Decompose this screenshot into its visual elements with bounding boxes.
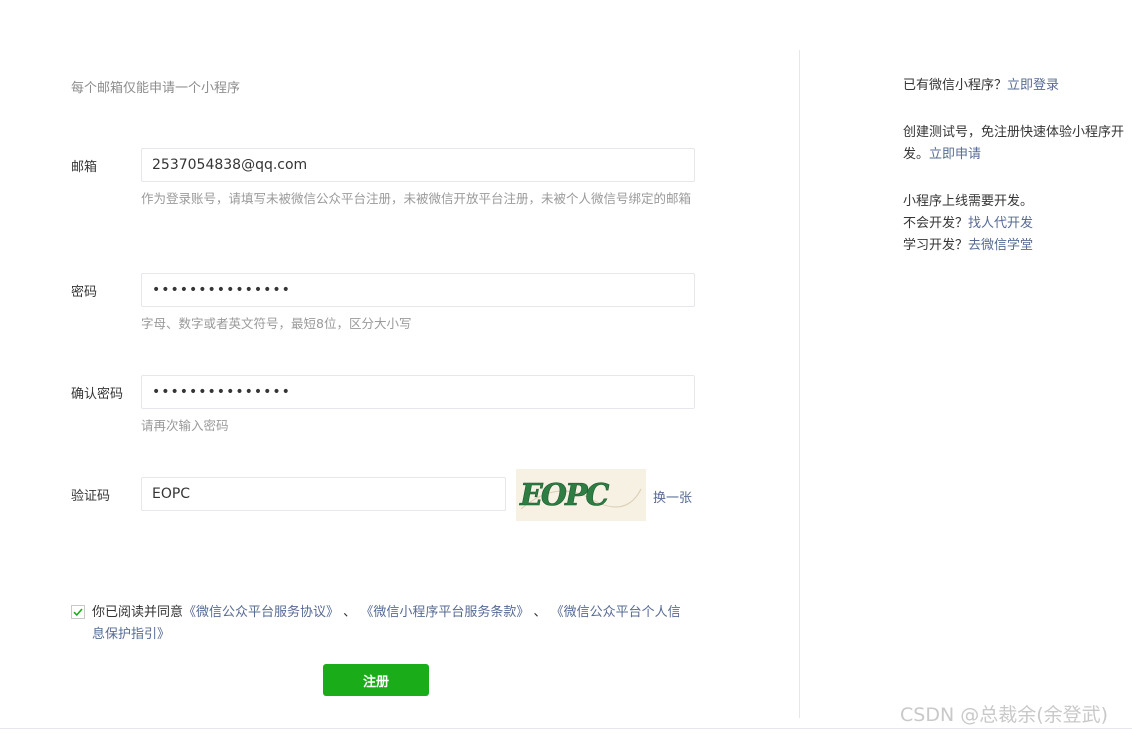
captcha-label: 验证码 <box>71 489 111 504</box>
separator: 、 <box>533 605 547 620</box>
register-button[interactable]: 注册 <box>323 664 429 696</box>
agreement-prefix: 你已阅读并同意 <box>92 605 184 620</box>
need-dev-text: 小程序上线需要开发。 <box>903 194 1034 209</box>
captcha-image[interactable]: EOPC <box>516 469 646 521</box>
no-dev-text: 不会开发？ <box>903 216 969 231</box>
form-tip: 每个邮箱仅能申请一个小程序 <box>71 81 241 96</box>
confirm-password-label: 确认密码 <box>71 387 124 402</box>
sidebar: 已有微信小程序？立即登录 创建测试号，免注册快速体验小程序开 发。立即申请 小程… <box>903 0 1132 733</box>
svg-text:EOPC: EOPC <box>519 478 610 513</box>
find-dev-line: 不会开发？找人代开发 <box>903 213 1033 235</box>
login-prompt: 已有微信小程序？立即登录 <box>903 75 1059 97</box>
watermark: CSDN @总裁余(余登武) <box>900 704 1109 726</box>
registration-form: 每个邮箱仅能申请一个小程序 邮箱 作为登录账号，请填写未被微信公众平台注册，未被… <box>0 0 800 733</box>
password-field[interactable]: ••••••••••••••• <box>141 273 695 307</box>
test-account-line-2: 发。立即申请 <box>903 144 981 166</box>
confirm-password-help: 请再次输入密码 <box>141 418 229 433</box>
swap-captcha-link[interactable]: 换一张 <box>653 487 692 506</box>
agreement-text: 你已阅读并同意《微信公众平台服务协议》 、 《微信小程序平台服务条款》 、 《微… <box>92 602 692 646</box>
email-help: 作为登录账号，请填写未被微信公众平台注册，未被微信开放平台注册，未被个人微信号绑… <box>141 191 692 206</box>
bottom-border <box>0 728 1132 729</box>
email-label: 邮箱 <box>71 160 98 175</box>
has-account-text: 已有微信小程序？ <box>903 78 1008 93</box>
test-account-text: 创建测试号，免注册快速体验小程序开 <box>903 125 1125 140</box>
email-field[interactable] <box>141 148 695 182</box>
service-agreement-link[interactable]: 《微信公众平台服务协议》 <box>183 605 339 620</box>
separator: 、 <box>343 605 357 620</box>
captcha-input[interactable] <box>141 477 506 511</box>
test-account-tail: 发。 <box>903 147 930 162</box>
wechat-school-link[interactable]: 去微信学堂 <box>968 238 1033 253</box>
check-icon <box>73 608 83 617</box>
apply-test-account-link[interactable]: 立即申请 <box>929 147 981 162</box>
find-developer-link[interactable]: 找人代开发 <box>968 216 1033 231</box>
learn-dev-text: 学习开发？ <box>903 238 969 253</box>
password-help: 字母、数字或者英文符号，最短8位，区分大小写 <box>141 316 412 331</box>
agreement-checkbox[interactable] <box>71 605 85 619</box>
miniprogram-terms-link[interactable]: 《微信小程序平台服务条款》 <box>360 605 529 620</box>
password-label: 密码 <box>71 285 98 300</box>
confirm-password-field[interactable]: ••••••••••••••• <box>141 375 695 409</box>
login-link[interactable]: 立即登录 <box>1007 78 1059 93</box>
learn-dev-line: 学习开发？去微信学堂 <box>903 235 1033 257</box>
vertical-divider <box>799 50 800 718</box>
